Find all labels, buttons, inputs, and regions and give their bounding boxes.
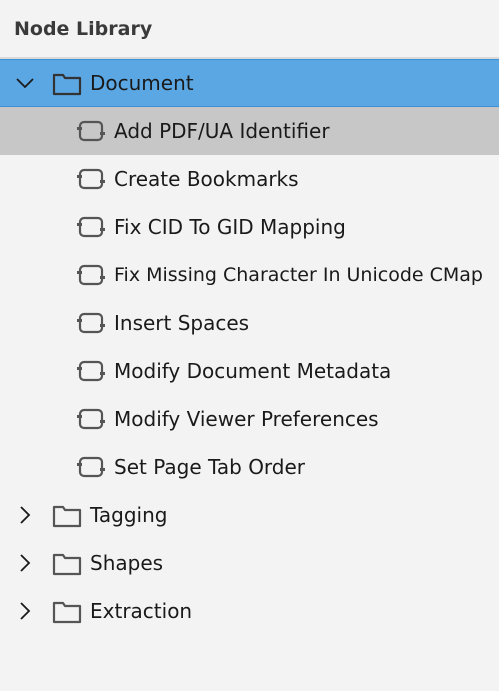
node-tree: Document Add PDF/UA Identifier Create Bo…	[0, 59, 499, 635]
tree-folder-document[interactable]: Document	[0, 59, 499, 107]
tree-node-modify-document-metadata[interactable]: Modify Document Metadata	[0, 347, 499, 395]
tree-node-fix-missing-character[interactable]: Fix Missing Character In Unicode CMap	[0, 251, 499, 299]
folder-icon	[52, 502, 82, 528]
chevron-right-icon[interactable]	[16, 602, 34, 620]
tree-node-insert-spaces[interactable]: Insert Spaces	[0, 299, 499, 347]
tree-folder-shapes[interactable]: Shapes	[0, 539, 499, 587]
node-icon	[76, 119, 106, 143]
tree-node-label: Fix CID To GID Mapping	[114, 215, 346, 239]
tree-node-label: Modify Document Metadata	[114, 359, 392, 383]
folder-icon	[52, 550, 82, 576]
folder-icon	[52, 598, 82, 624]
tree-node-label: Create Bookmarks	[114, 167, 299, 191]
tree-node-add-pdfua-identifier[interactable]: Add PDF/UA Identifier	[0, 107, 499, 155]
tree-node-set-page-tab-order[interactable]: Set Page Tab Order	[0, 443, 499, 491]
tree-node-label: Add PDF/UA Identifier	[114, 119, 330, 143]
tree-node-label: Insert Spaces	[114, 311, 250, 335]
panel-title: Node Library	[0, 0, 499, 59]
folder-icon	[52, 70, 82, 96]
node-icon	[76, 167, 106, 191]
node-icon	[76, 359, 106, 383]
tree-node-create-bookmarks[interactable]: Create Bookmarks	[0, 155, 499, 203]
tree-folder-tagging[interactable]: Tagging	[0, 491, 499, 539]
node-icon	[76, 455, 106, 479]
tree-folder-extraction[interactable]: Extraction	[0, 587, 499, 635]
tree-node-label: Modify Viewer Preferences	[114, 407, 379, 431]
chevron-right-icon[interactable]	[16, 554, 34, 572]
node-library-panel: Node Library Document Add PDF/UA Identif…	[0, 0, 499, 691]
node-icon	[76, 311, 106, 335]
tree-folder-label: Shapes	[90, 551, 164, 575]
chevron-down-icon[interactable]	[16, 74, 34, 92]
node-icon	[76, 215, 106, 239]
tree-node-fix-cid-to-gid-mapping[interactable]: Fix CID To GID Mapping	[0, 203, 499, 251]
tree-folder-label: Tagging	[90, 503, 168, 527]
tree-node-modify-viewer-preferences[interactable]: Modify Viewer Preferences	[0, 395, 499, 443]
tree-node-label: Set Page Tab Order	[114, 455, 306, 479]
tree-node-label: Fix Missing Character In Unicode CMap	[114, 264, 483, 286]
chevron-right-icon[interactable]	[16, 506, 34, 524]
tree-folder-label: Document	[90, 71, 194, 95]
tree-folder-label: Extraction	[90, 599, 193, 623]
node-icon	[76, 263, 106, 287]
node-icon	[76, 407, 106, 431]
